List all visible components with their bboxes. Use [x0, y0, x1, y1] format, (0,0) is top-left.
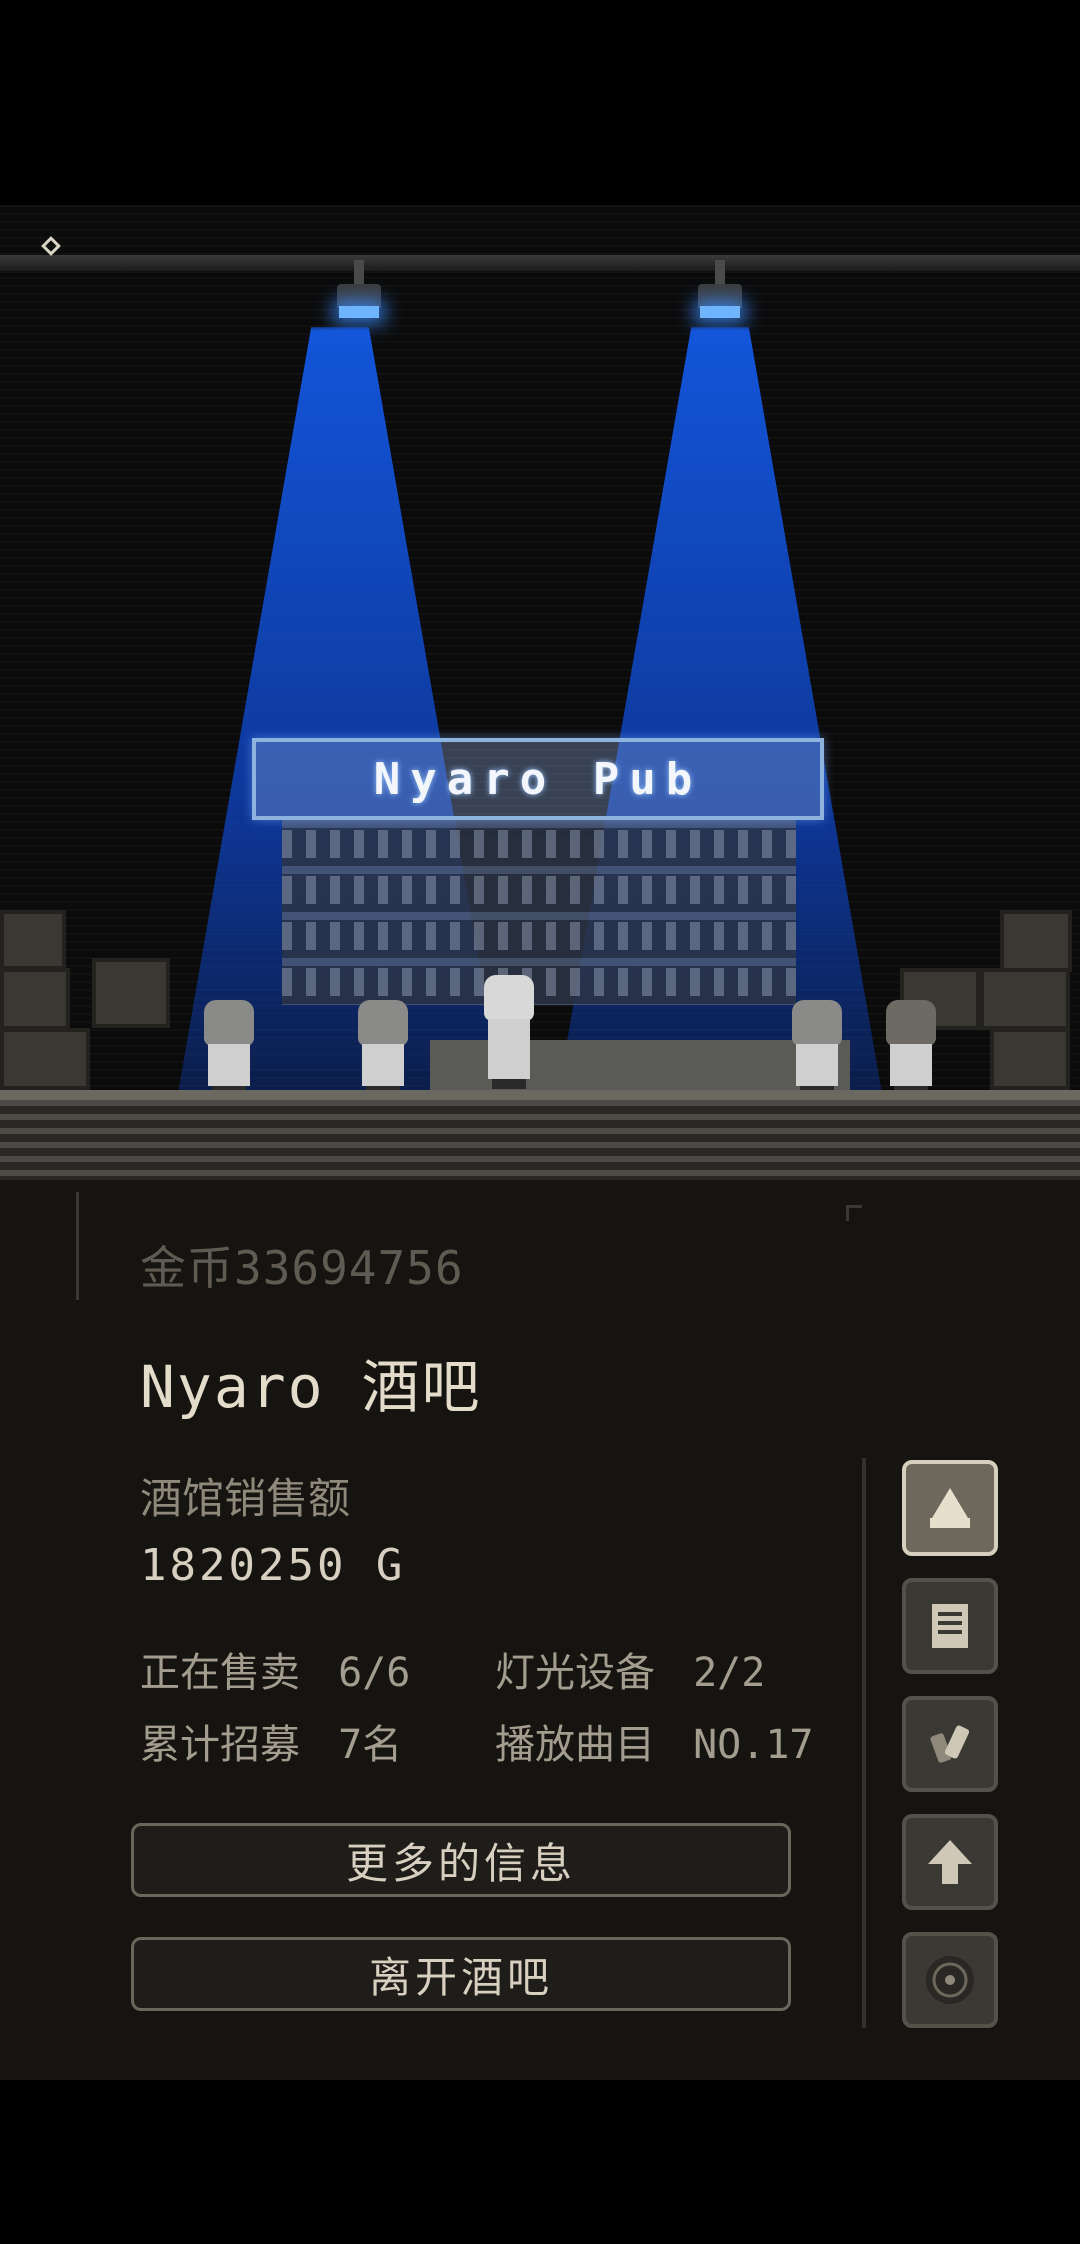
stat-selling-label: 正在售卖 [140, 1650, 300, 1696]
panel-deco-corner [846, 1205, 849, 1221]
upgrade-button[interactable] [902, 1814, 998, 1910]
panel-divider [862, 1458, 866, 2028]
more-info-button[interactable]: 更多的信息 [131, 1823, 791, 1897]
pub-sign: Nyaro Pub [252, 738, 824, 820]
spotlight-lamp-right [698, 260, 742, 332]
gold-counter: 金币33694756 [140, 1241, 464, 1295]
crates-left [0, 910, 200, 1090]
panel-deco-line [76, 1192, 79, 1300]
document-button[interactable] [902, 1578, 998, 1674]
stat-lighting-value: 2/2 [693, 1650, 766, 1696]
bar-counter-button[interactable] [902, 1460, 998, 1556]
stat-lighting-label: 灯光设备 [495, 1650, 655, 1696]
bartender-character [478, 975, 540, 1095]
stage-floor [0, 1100, 1080, 1180]
stat-selling: 正在售卖 6/6 [140, 1640, 410, 1698]
customer-character [198, 1000, 260, 1096]
stat-selling-value: 6/6 [338, 1650, 411, 1696]
spotlight-lamp-left [337, 260, 381, 332]
stat-recruit-value: 7名 [338, 1722, 403, 1768]
stat-music: 播放曲目 NO.17 [495, 1712, 814, 1770]
pub-sign-text: Nyaro Pub [373, 753, 703, 805]
stat-music-value: NO.17 [693, 1722, 814, 1768]
lighting-rail [0, 255, 1080, 273]
customer-character [786, 1000, 848, 1096]
upgrade-arrow-icon [928, 1840, 972, 1884]
drinks-button[interactable] [902, 1696, 998, 1792]
drinks-icon [930, 1725, 970, 1763]
customer-character [880, 1000, 942, 1096]
leave-bar-button[interactable]: 离开酒吧 [131, 1937, 791, 2011]
record-button[interactable] [902, 1932, 998, 2028]
record-disc-icon [926, 1956, 974, 2004]
stat-music-label: 播放曲目 [495, 1722, 655, 1768]
stat-recruit-label: 累计招募 [140, 1722, 300, 1768]
sales-value: 1820250 G [140, 1540, 406, 1591]
stat-lighting: 灯光设备 2/2 [495, 1640, 765, 1698]
document-icon [932, 1604, 968, 1648]
stat-recruit: 累计招募 7名 [140, 1712, 402, 1770]
sales-label: 酒馆销售额 [140, 1474, 351, 1523]
bar-counter-icon [930, 1488, 970, 1528]
bar-title: Nyaro 酒吧 [140, 1353, 482, 1421]
customer-character [352, 1000, 414, 1096]
pub-scene: Nyaro Pub [0, 205, 1080, 1180]
